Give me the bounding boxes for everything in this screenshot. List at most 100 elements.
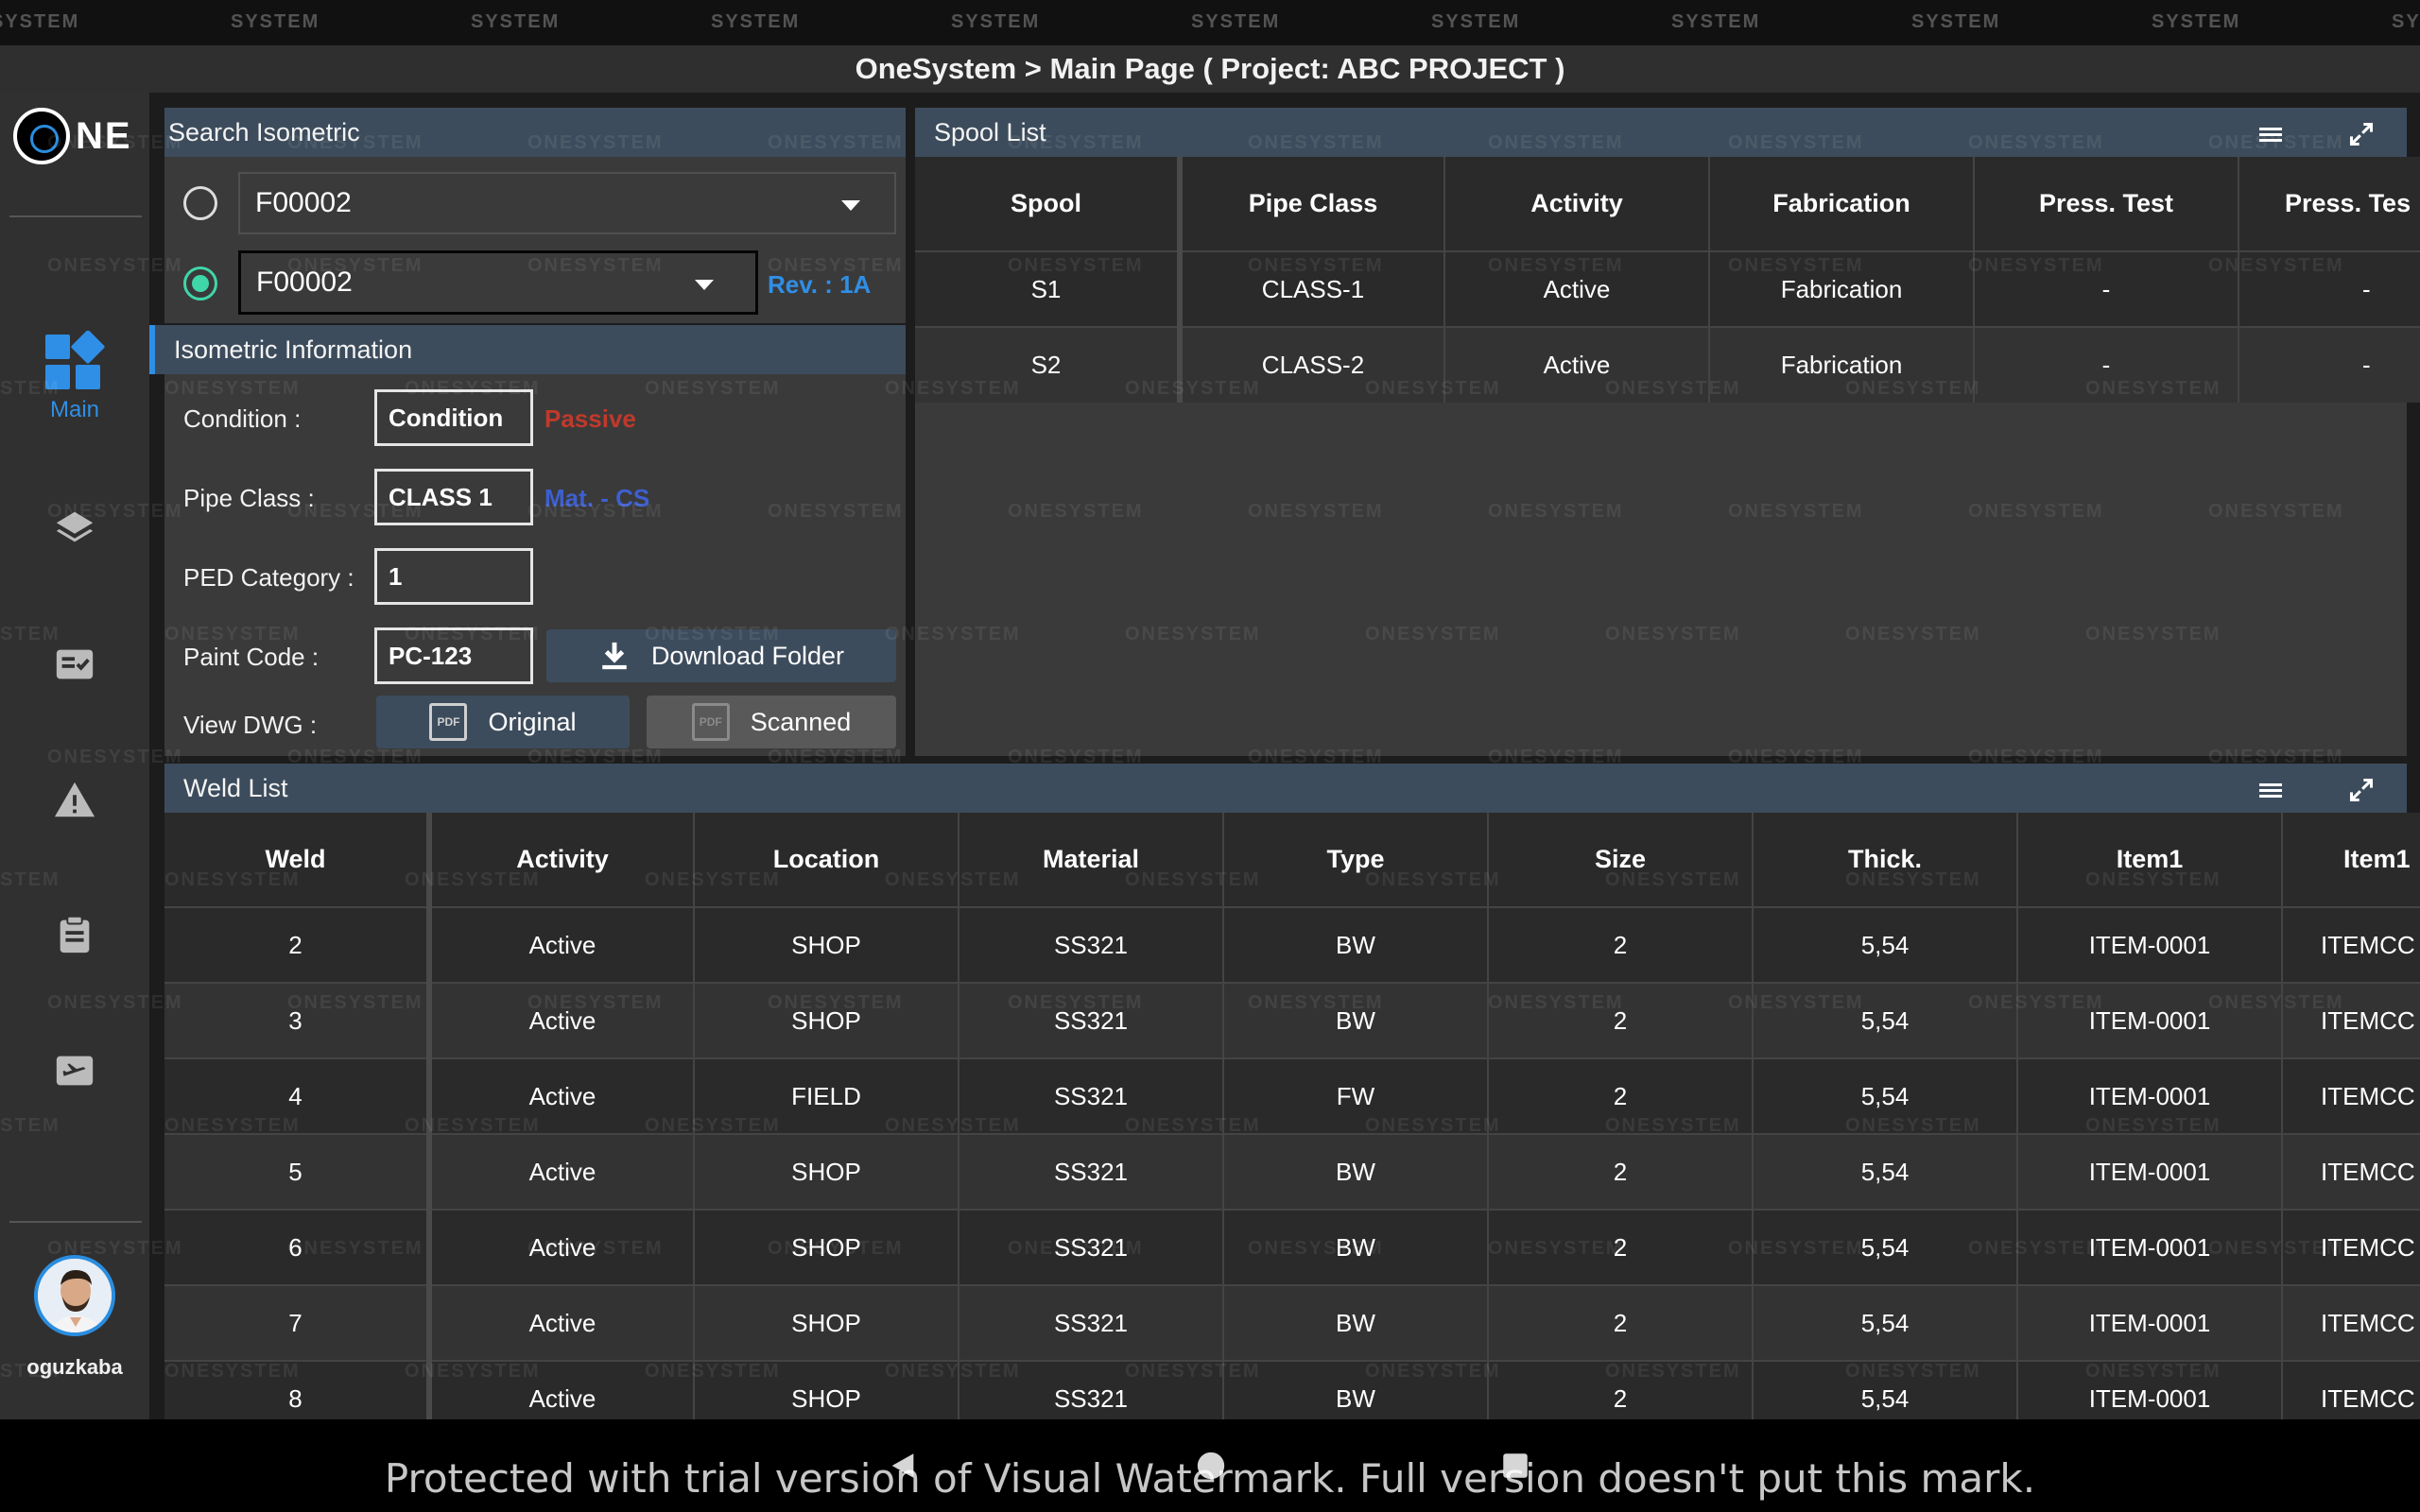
table-cell: SHOP — [694, 1209, 959, 1285]
table-row[interactable]: S2 CLASS-2 Active Fabrication - - — [915, 326, 2420, 403]
table-cell: ITEM-0001 — [2017, 1209, 2283, 1285]
ped-category-field: 1 — [374, 548, 533, 605]
table-cell: FIELD — [694, 1057, 959, 1134]
table-cell: ITEM-0001 — [2017, 982, 2283, 1058]
column-header[interactable]: Fabrication — [1709, 157, 1975, 251]
fullscreen-icon[interactable] — [2342, 115, 2380, 153]
table-cell: FW — [1223, 1057, 1489, 1134]
table-row[interactable]: 6 Active SHOP SS321 BW 2 5,54 ITEM-0001 ITEMCC — [164, 1209, 2420, 1285]
table-cell: 2 — [1488, 982, 1754, 1058]
column-header[interactable]: Pipe Class — [1180, 157, 1445, 251]
sidebar-item-clipboard[interactable] — [0, 913, 149, 956]
clipboard-icon — [60, 915, 90, 954]
original-label: Original — [488, 707, 577, 736]
checklist-icon — [56, 649, 94, 679]
table-cell: CLASS-2 — [1180, 326, 1445, 403]
table-cell: Active — [429, 1057, 695, 1134]
table-row[interactable]: 7 Active SHOP SS321 BW 2 5,54 ITEM-0001 ITEMCC — [164, 1284, 2420, 1361]
table-cell: SS321 — [959, 1057, 1224, 1134]
column-header[interactable]: Spool — [915, 157, 1183, 251]
isometric-select-2[interactable]: F00002 — [238, 250, 758, 315]
table-cell: SHOP — [694, 906, 959, 983]
table-cell: CLASS-1 — [1180, 250, 1445, 327]
radio-select-1[interactable] — [183, 186, 217, 220]
column-header[interactable]: Activity — [429, 813, 695, 907]
table-row[interactable]: 4 Active FIELD SS321 FW 2 5,54 ITEM-0001 ITEMCC — [164, 1057, 2420, 1134]
menu-icon[interactable] — [2252, 771, 2290, 809]
fullscreen-icon[interactable] — [2342, 771, 2380, 809]
app-logo[interactable]: NE — [13, 106, 146, 166]
column-header[interactable]: Material — [959, 813, 1224, 907]
table-cell: - — [2238, 250, 2420, 327]
table-cell: 2 — [1488, 1057, 1754, 1134]
flight-icon — [56, 1056, 94, 1086]
table-cell: 5,54 — [1753, 982, 2018, 1058]
top-strip — [0, 0, 2420, 45]
table-cell: 3 — [164, 982, 432, 1058]
paint-code-value: PC-123 — [389, 641, 473, 670]
ped-category-value: 1 — [389, 561, 403, 591]
table-row[interactable]: S1 CLASS-1 Active Fabrication - - — [915, 250, 2420, 327]
column-header[interactable]: Item1 — [2282, 813, 2420, 907]
table-cell: Fabrication — [1709, 326, 1975, 403]
column-header[interactable]: Weld — [164, 813, 432, 907]
table-cell: SS321 — [959, 1284, 1224, 1361]
original-drawing-button[interactable]: PDF Original — [376, 696, 630, 748]
sidebar-item-checklist[interactable] — [0, 643, 149, 686]
table-row[interactable]: 3 Active SHOP SS321 BW 2 5,54 ITEM-0001 ITEMCC — [164, 982, 2420, 1058]
trial-watermark-notice: Protected with trial version of Visual W… — [384, 1455, 2036, 1502]
material-label: Mat. - CS — [544, 484, 650, 512]
table-cell: 2 — [1488, 906, 1754, 983]
scanned-drawing-button[interactable]: PDF Scanned — [647, 696, 896, 748]
logo-text: NE — [76, 114, 132, 157]
isometric-select-1-value: F00002 — [255, 187, 352, 218]
table-cell: 2 — [1488, 1133, 1754, 1210]
table-cell: BW — [1223, 906, 1489, 983]
table-cell: ITEM-0001 — [2017, 1133, 2283, 1210]
condition-label: Condition : — [183, 404, 302, 433]
pdf-icon: PDF — [691, 703, 730, 741]
isometric-select-1[interactable]: F00002 — [238, 172, 896, 234]
table-cell: 5,54 — [1753, 1209, 2018, 1285]
condition-value: Condition — [389, 403, 504, 432]
column-header[interactable]: Thick. — [1753, 813, 2018, 907]
table-cell: 5,54 — [1753, 906, 2018, 983]
column-header[interactable]: Type — [1223, 813, 1489, 907]
condition-field: Condition — [374, 389, 533, 446]
spool-list-header: Spool List — [915, 108, 2407, 157]
dashboard-icon — [45, 331, 105, 389]
table-row[interactable]: 5 Active SHOP SS321 BW 2 5,54 ITEM-0001 ITEMCC — [164, 1133, 2420, 1210]
download-folder-button[interactable]: Download Folder — [546, 629, 896, 682]
table-cell: Active — [1444, 326, 1710, 403]
sidebar-item-warning[interactable] — [0, 779, 149, 822]
scanned-label: Scanned — [750, 707, 852, 736]
table-cell: SHOP — [694, 1284, 959, 1361]
table-cell: SHOP — [694, 1133, 959, 1210]
download-folder-label: Download Folder — [650, 641, 845, 670]
sidebar-item-main[interactable]: Main — [0, 331, 149, 423]
table-cell: 4 — [164, 1057, 432, 1134]
column-header[interactable]: Location — [694, 813, 959, 907]
column-header[interactable]: Size — [1488, 813, 1754, 907]
download-icon — [602, 642, 627, 670]
table-cell: Active — [429, 982, 695, 1058]
table-row[interactable]: 2 Active SHOP SS321 BW 2 5,54 ITEM-0001 ITEMCC — [164, 906, 2420, 983]
menu-icon[interactable] — [2252, 115, 2290, 153]
table-cell: 5 — [164, 1133, 432, 1210]
layers-icon — [56, 511, 94, 542]
view-dwg-label: View DWG : — [183, 711, 318, 739]
radio-select-2[interactable] — [183, 266, 217, 301]
sidebar-item-transfer[interactable] — [0, 1049, 149, 1092]
column-header[interactable]: Press. Test — [1974, 157, 2239, 251]
user-avatar[interactable] — [34, 1255, 115, 1336]
column-header[interactable]: Activity — [1444, 157, 1710, 251]
weld-table-header: Weld Activity Location Material Type Siz… — [164, 813, 2420, 907]
sidebar-item-layers[interactable] — [0, 507, 149, 550]
chevron-down-icon — [695, 280, 714, 290]
table-cell: S2 — [915, 326, 1183, 403]
username: oguzkaba — [26, 1355, 123, 1379]
table-cell: Active — [429, 906, 695, 983]
pipe-class-label: Pipe Class : — [183, 484, 315, 512]
column-header[interactable]: Press. Tes — [2238, 157, 2420, 251]
column-header[interactable]: Item1 — [2017, 813, 2283, 907]
